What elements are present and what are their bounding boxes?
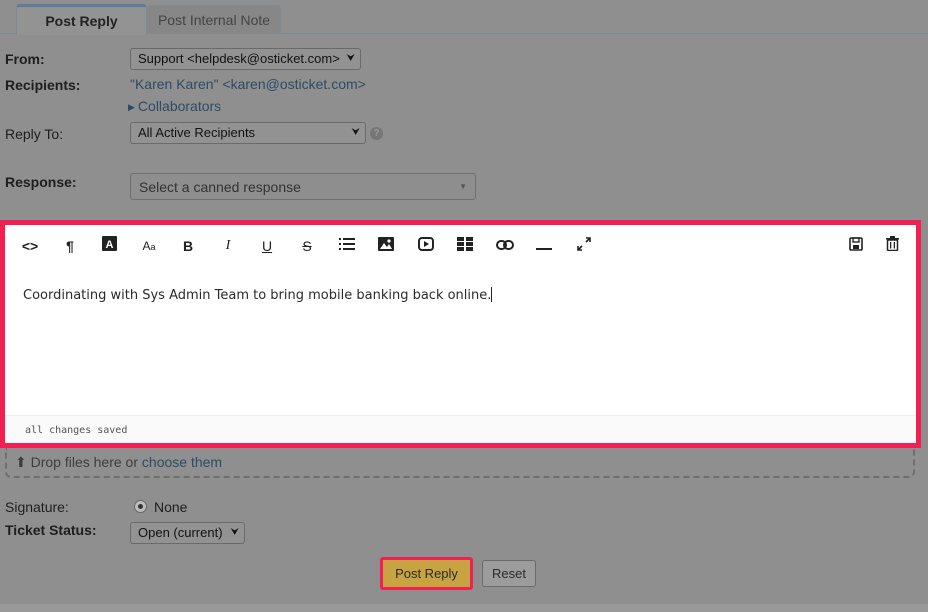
bold-icon[interactable]: B xyxy=(176,235,200,257)
tab-post-reply[interactable]: Post Reply xyxy=(16,4,147,35)
strikethrough-icon[interactable]: S xyxy=(295,235,319,257)
save-draft-icon[interactable] xyxy=(844,235,868,257)
recipients-value[interactable]: "Karen Karen" <karen@osticket.com> xyxy=(130,76,366,92)
post-reply-button[interactable]: Post Reply xyxy=(380,557,473,590)
response-label: Response: xyxy=(5,174,77,190)
svg-text:A: A xyxy=(105,239,113,251)
chevron-down-icon: ▼ xyxy=(459,182,467,191)
upload-icon: ⬆︎ xyxy=(15,454,27,470)
chevron-down-icon: ⮟ xyxy=(230,527,240,538)
help-icon[interactable]: ? xyxy=(370,127,383,140)
chevron-down-icon: ⮟ xyxy=(346,53,356,64)
tab-post-internal-note[interactable]: Post Internal Note xyxy=(147,5,281,34)
ticket-status-select[interactable]: Open (current) ⮟ xyxy=(130,522,245,544)
reply-to-label: Reply To: xyxy=(5,126,64,142)
caret-right-icon: ▶ xyxy=(128,102,135,112)
from-select[interactable]: Support <helpdesk@osticket.com> ⮟ xyxy=(130,48,361,70)
font-color-icon[interactable]: A xyxy=(97,235,121,257)
text-cursor xyxy=(491,287,493,302)
reply-editor: <> ¶ A Aa B I U S Coordinating with Sys … xyxy=(0,220,921,448)
signature-none-radio[interactable] xyxy=(134,500,147,513)
chevron-down-icon: ⮟ xyxy=(351,127,361,138)
recipients-label: Recipients: xyxy=(5,77,81,93)
choose-files-link[interactable]: choose them xyxy=(142,454,222,470)
signature-label: Signature: xyxy=(5,499,69,515)
table-icon[interactable] xyxy=(453,235,477,257)
from-label: From: xyxy=(5,51,45,67)
editor-toolbar: <> ¶ A Aa B I U S xyxy=(5,225,916,269)
font-size-icon[interactable]: Aa xyxy=(137,235,161,257)
reply-tabs: Post Reply Post Internal Note xyxy=(0,0,928,35)
delete-draft-icon[interactable] xyxy=(880,235,904,257)
fullscreen-icon[interactable] xyxy=(572,235,596,257)
list-icon[interactable] xyxy=(335,235,359,257)
attachment-dropzone[interactable]: ⬆︎ Drop files here or choose them xyxy=(5,448,915,478)
canned-response-placeholder: Select a canned response xyxy=(139,179,301,195)
ticket-status-value: Open (current) xyxy=(138,525,223,540)
ticket-status-label: Ticket Status: xyxy=(5,522,97,538)
canned-response-select[interactable]: Select a canned response ▼ xyxy=(130,173,476,200)
horizontal-rule-icon[interactable] xyxy=(532,235,556,257)
editor-text: Coordinating with Sys Admin Team to brin… xyxy=(23,288,492,303)
reset-button[interactable]: Reset xyxy=(482,560,536,587)
collaborators-toggle[interactable]: ▶ Collaborators xyxy=(128,98,221,114)
image-icon[interactable] xyxy=(374,235,398,257)
editor-content[interactable]: Coordinating with Sys Admin Team to brin… xyxy=(23,287,493,303)
underline-icon[interactable]: U xyxy=(255,235,279,257)
page-bottom-divider xyxy=(0,604,928,612)
signature-none-label: None xyxy=(154,499,188,515)
link-icon[interactable] xyxy=(493,235,517,257)
html-code-icon[interactable]: <> xyxy=(18,235,42,257)
paragraph-icon[interactable]: ¶ xyxy=(58,235,82,257)
reply-to-select[interactable]: All Active Recipients ⮟ xyxy=(130,122,366,144)
draft-status: all changes saved xyxy=(25,425,128,436)
dropzone-text: Drop files here or xyxy=(30,454,139,470)
video-icon[interactable] xyxy=(414,235,438,257)
from-select-value: Support <helpdesk@osticket.com> xyxy=(138,51,340,66)
editor-status-bar: all changes saved xyxy=(5,415,916,443)
italic-icon[interactable]: I xyxy=(216,235,240,257)
collaborators-label: Collaborators xyxy=(137,98,222,114)
reply-to-select-value: All Active Recipients xyxy=(138,125,256,140)
